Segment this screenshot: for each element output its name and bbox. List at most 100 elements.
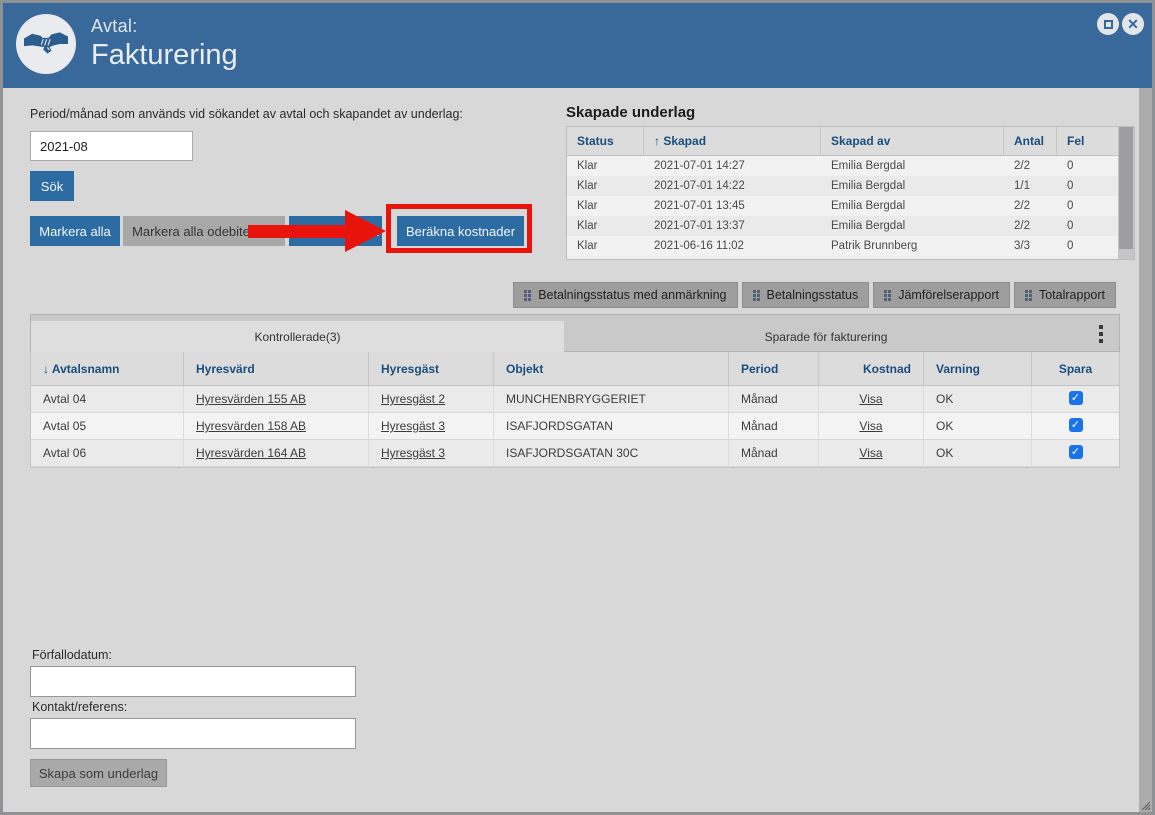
cell-skapad-av: Emilia Bergdal — [831, 220, 906, 232]
cell-skapad: 2021-07-01 14:22 — [654, 180, 745, 192]
skapade-underlag-table: Status ↑ Skapad Skapad av Antal Fel Klar… — [566, 126, 1135, 260]
skapade-row[interactable]: Klar 2021-07-01 13:45 Emilia Bergdal 2/2… — [567, 196, 1134, 216]
skapade-row[interactable]: Klar 2021-07-01 13:37 Emilia Bergdal 2/2… — [567, 216, 1134, 236]
report-button-label: Betalningsstatus med anmärkning — [538, 288, 727, 302]
cell-skapad: 2021-06-16 11:02 — [654, 240, 744, 252]
contract-row[interactable]: Avtal 04 Hyresvärden 155 AB Hyresgäst 2 … — [31, 386, 1119, 413]
hyresvard-link[interactable]: Hyresvärden 155 AB — [196, 392, 306, 406]
cell-skapad: 2021-07-01 13:37 — [654, 220, 745, 232]
cell-varning: OK — [924, 413, 1032, 439]
markera-alla-button[interactable]: Markera alla — [30, 216, 120, 246]
col-hyresvard[interactable]: Hyresvärd — [184, 352, 369, 385]
tab-kontrollerade[interactable]: Kontrollerade(3) — [31, 321, 564, 353]
cell-status: Klar — [577, 200, 598, 212]
cell-fel: 0 — [1067, 220, 1074, 232]
app-title-page: Fakturering — [91, 39, 238, 71]
cell-skapad-av: Patrik Brunnberg — [831, 240, 918, 252]
col-spara[interactable]: Spara — [1032, 352, 1119, 385]
skapa-som-underlag-button[interactable]: Skapa som underlag — [30, 759, 167, 787]
totalrapport-button[interactable]: Totalrapport — [1013, 282, 1116, 308]
cell-period: Månad — [729, 440, 819, 466]
report-button-row: Betalningsstatus med anmärkning Betalnin… — [513, 282, 1116, 308]
report-button-label: Betalningsstatus — [766, 288, 859, 302]
contract-row[interactable]: Avtal 05 Hyresvärden 158 AB Hyresgäst 3 … — [31, 413, 1119, 440]
forfallodatum-input[interactable] — [30, 666, 356, 697]
sok-button[interactable]: Sök — [30, 171, 74, 201]
skapade-row[interactable]: Klar 2021-07-01 14:22 Emilia Bergdal 1/1… — [567, 176, 1134, 196]
col-avtalsnamn[interactable]: ↓ Avtalsnamn — [31, 352, 184, 385]
cell-fel: 0 — [1067, 180, 1074, 192]
cell-status: Klar — [577, 180, 598, 192]
report-grid-icon — [884, 289, 892, 301]
close-button[interactable]: ✕ — [1122, 13, 1144, 35]
cell-antal: 1/1 — [1014, 180, 1030, 192]
skapade-header-row: Status ↑ Skapad Skapad av Antal Fel — [567, 127, 1134, 156]
maximize-button[interactable] — [1097, 13, 1119, 35]
contract-row[interactable]: Avtal 06 Hyresvärden 164 AB Hyresgäst 3 … — [31, 440, 1119, 467]
skapade-scrollbar-track[interactable] — [1118, 127, 1134, 259]
col-kostnad[interactable]: Kostnad — [819, 352, 924, 385]
cell-status: Klar — [577, 240, 598, 252]
report-button-label: Totalrapport — [1038, 288, 1105, 302]
report-grid-icon — [524, 289, 532, 301]
cell-skapad-av: Emilia Bergdal — [831, 180, 906, 192]
betalningsstatus-anmarkning-button[interactable]: Betalningsstatus med anmärkning — [513, 282, 738, 308]
cell-status: Klar — [577, 160, 598, 172]
col-skapad[interactable]: ↑ Skapad — [644, 127, 821, 155]
cell-skapad: 2021-07-01 13:45 — [654, 200, 745, 212]
tab-strip: Kontrollerade(3) Sparade för fakturering — [30, 314, 1120, 353]
title-bar: Avtal: Fakturering ✕ — [3, 3, 1152, 88]
contracts-table: ↓ Avtalsnamn Hyresvärd Hyresgäst Objekt … — [30, 352, 1120, 468]
betalningsstatus-button[interactable]: Betalningsstatus — [741, 282, 870, 308]
hyresgast-link[interactable]: Hyresgäst 3 — [381, 446, 445, 460]
app-title-category: Avtal: — [91, 16, 138, 36]
visa-kostnad-link[interactable]: Visa — [859, 419, 882, 433]
period-input[interactable] — [30, 131, 193, 161]
report-grid-icon — [1024, 289, 1032, 301]
col-varning[interactable]: Varning — [924, 352, 1032, 385]
col-objekt[interactable]: Objekt — [494, 352, 729, 385]
hyresvard-link[interactable]: Hyresvärden 158 AB — [196, 419, 306, 433]
col-skapad-av[interactable]: Skapad av — [821, 127, 1004, 155]
cell-varning: OK — [924, 440, 1032, 466]
col-hyresgast[interactable]: Hyresgäst — [369, 352, 494, 385]
cell-antal: 2/2 — [1014, 220, 1030, 232]
kebab-menu-icon[interactable] — [1089, 320, 1113, 348]
col-period[interactable]: Period — [729, 352, 819, 385]
cell-fel: 0 — [1067, 160, 1074, 172]
skapade-scrollbar-thumb[interactable] — [1119, 127, 1133, 249]
spara-checkbox[interactable]: ✓ — [1068, 418, 1083, 433]
cell-objekt: MUNCHENBRYGGERIET — [494, 386, 729, 412]
main-content: Period/månad som används vid sökandet av… — [3, 88, 1152, 812]
cell-skapad-av: Emilia Bergdal — [831, 200, 906, 212]
cell-avtalsnamn: Avtal 06 — [31, 440, 184, 466]
report-button-label: Jämförelserapport — [898, 288, 999, 302]
tab-sparade-for-fakturering[interactable]: Sparade för fakturering — [564, 321, 1088, 353]
cell-fel: 0 — [1067, 200, 1074, 212]
kontakt-referens-input[interactable] — [30, 718, 356, 749]
visa-kostnad-link[interactable]: Visa — [859, 392, 882, 406]
col-status[interactable]: Status — [567, 127, 644, 155]
hyresvard-link[interactable]: Hyresvärden 164 AB — [196, 446, 306, 460]
close-icon: ✕ — [1127, 16, 1139, 32]
skapade-row[interactable]: Klar 2021-06-16 11:02 Patrik Brunnberg 3… — [567, 236, 1134, 256]
col-fel[interactable]: Fel — [1057, 127, 1119, 155]
skapade-underlag-title: Skapade underlag — [566, 104, 696, 121]
cell-status: Klar — [577, 220, 598, 232]
spara-checkbox[interactable]: ✓ — [1068, 391, 1083, 406]
cell-antal: 2/2 — [1014, 200, 1030, 212]
markera-alla-odebiterade-button[interactable]: Markera alla odebiterade — [123, 216, 285, 246]
cell-period: Månad — [729, 386, 819, 412]
visa-kostnad-link[interactable]: Visa — [859, 446, 882, 460]
col-antal[interactable]: Antal — [1004, 127, 1057, 155]
forfallodatum-label: Förfallodatum: — [32, 648, 112, 662]
spara-checkbox[interactable]: ✓ — [1068, 445, 1083, 460]
berakna-kostnader-button[interactable]: Beräkna kostnader — [397, 216, 524, 246]
hyresgast-link[interactable]: Hyresgäst 2 — [381, 392, 445, 406]
avmarkera-alla-button[interactable]: Avmarkera alla — [289, 216, 382, 246]
skapade-row[interactable]: Klar 2021-07-01 14:27 Emilia Bergdal 2/2… — [567, 156, 1134, 176]
jamforelserapport-button[interactable]: Jämförelserapport — [873, 282, 1010, 308]
cell-avtalsnamn: Avtal 04 — [31, 386, 184, 412]
cell-skapad: 2021-07-01 14:27 — [654, 160, 745, 172]
hyresgast-link[interactable]: Hyresgäst 3 — [381, 419, 445, 433]
